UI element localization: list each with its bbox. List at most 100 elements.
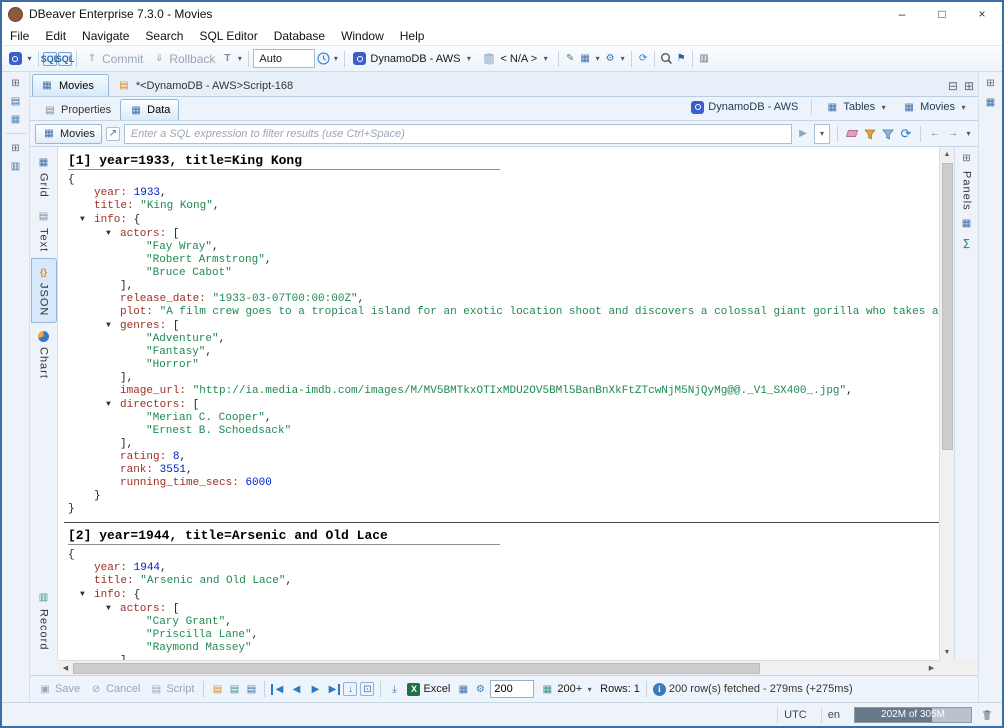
maximize-editor-icon[interactable]: ⊞ bbox=[964, 79, 974, 93]
previous-row-icon[interactable]: ◀ bbox=[288, 684, 304, 695]
last-row-icon[interactable]: ▶ bbox=[326, 684, 340, 695]
gear-icon[interactable]: ⚙ bbox=[603, 52, 617, 66]
db-browser-icon[interactable]: ⊞ bbox=[9, 141, 23, 155]
edit-object-icon[interactable]: ✎ bbox=[563, 52, 577, 66]
save-button[interactable]: ▣ Save bbox=[35, 679, 83, 699]
edit-filter-icon[interactable] bbox=[863, 127, 877, 141]
search-icon[interactable] bbox=[659, 52, 673, 66]
entity-button[interactable]: ▦ Movies bbox=[35, 124, 102, 144]
json-view[interactable]: [1] year=1933, title=King Kong{year: 193… bbox=[58, 147, 939, 660]
path-entity[interactable]: ▦ Movies ▾ bbox=[898, 97, 972, 117]
menu-database[interactable]: Database bbox=[266, 26, 333, 45]
gear-caret-icon[interactable]: ▾ bbox=[618, 54, 627, 63]
path-connection[interactable]: DynamoDB - AWS bbox=[687, 97, 802, 117]
new-connection-caret-icon[interactable]: ▾ bbox=[25, 54, 34, 63]
collapse-arrow-icon[interactable]: ▼ bbox=[106, 227, 120, 240]
excel-button[interactable]: X Excel bbox=[404, 679, 453, 699]
maximize-button[interactable]: □ bbox=[922, 2, 962, 26]
sync-icon[interactable]: ⟳ bbox=[636, 52, 650, 66]
scroll-up-icon[interactable]: ▲ bbox=[940, 147, 955, 162]
table-grid-icon[interactable]: ▦ bbox=[578, 52, 592, 66]
scroll-right-icon[interactable]: ▶ bbox=[924, 661, 939, 676]
collapse-arrow-icon[interactable]: ▼ bbox=[80, 213, 94, 226]
tab-sql-script[interactable]: ▤ *<DynamoDB - AWS>Script-168 bbox=[109, 74, 301, 96]
goto-row-icon[interactable]: ↓ bbox=[343, 682, 357, 696]
cancel-button[interactable]: ⊘ Cancel bbox=[86, 679, 143, 699]
schema-selector[interactable]: < N/A > ▾ bbox=[478, 49, 554, 69]
vertical-scroll-thumb[interactable] bbox=[942, 163, 953, 450]
collapse-arrow-icon[interactable]: ▼ bbox=[106, 398, 120, 411]
aggregate-panel-icon[interactable]: ∑ bbox=[960, 237, 974, 251]
new-connection-icon[interactable] bbox=[6, 50, 24, 68]
open-sql-script-icon[interactable]: SQL bbox=[58, 52, 72, 66]
bookmarks-view-icon[interactable]: ▥ bbox=[9, 159, 23, 173]
tab-chart[interactable]: Chart bbox=[31, 323, 57, 385]
script-button[interactable]: ▤ Script bbox=[146, 679, 197, 699]
tab-record[interactable]: ▥ Record bbox=[31, 585, 57, 656]
select-row-icon[interactable]: ⊡ bbox=[360, 682, 374, 696]
collapse-arrow-icon[interactable]: ▼ bbox=[106, 319, 120, 332]
minimize-button[interactable]: – bbox=[882, 2, 922, 26]
nav-back-icon[interactable]: ← bbox=[928, 127, 942, 141]
tab-grid[interactable]: ▦ Grid bbox=[31, 149, 57, 204]
connection-selector[interactable]: DynamoDB - AWS ▾ bbox=[349, 49, 477, 69]
horizontal-scroll-thumb[interactable] bbox=[73, 663, 760, 674]
transaction-clock-caret-icon[interactable]: ▾ bbox=[331, 54, 340, 63]
memory-usage-widget[interactable]: 202M of 305M bbox=[854, 707, 972, 723]
minimize-editor-icon[interactable]: ⊟ bbox=[948, 79, 958, 93]
open-filter-panel-icon[interactable]: ↗ bbox=[106, 127, 120, 141]
apply-filter-icon[interactable]: ▶ bbox=[796, 127, 810, 141]
transaction-log-icon[interactable]: T bbox=[220, 52, 234, 66]
filter-history-caret-icon[interactable]: ▾ bbox=[814, 124, 830, 144]
nav-history-caret-icon[interactable]: ▾ bbox=[964, 129, 973, 138]
menu-file[interactable]: File bbox=[2, 26, 37, 45]
first-row-icon[interactable]: ◀ bbox=[271, 684, 285, 695]
fetch-all-rows-icon[interactable]: ▤ bbox=[227, 682, 241, 696]
tab-text[interactable]: ▤ Text bbox=[31, 204, 57, 258]
projects-view-icon[interactable]: ▦ bbox=[9, 112, 23, 126]
fetch-size-input[interactable] bbox=[490, 680, 534, 698]
settings-gear-icon[interactable]: ⚙ bbox=[473, 682, 487, 696]
refresh-icon[interactable]: ⟳ bbox=[899, 127, 913, 141]
rollback-button[interactable]: ⇓ Rollback bbox=[148, 49, 219, 69]
close-button[interactable]: × bbox=[962, 2, 1002, 26]
tab-data[interactable]: ▦ Data bbox=[120, 99, 179, 120]
commit-mode-combo[interactable]: Auto bbox=[253, 49, 315, 68]
maximize-panel-icon[interactable]: ⊞ bbox=[960, 151, 974, 165]
outline-view-icon[interactable]: ▦ bbox=[984, 95, 998, 109]
next-row-icon[interactable]: ▶ bbox=[307, 684, 323, 695]
reset-perspective-icon[interactable]: ▥ bbox=[697, 52, 711, 66]
save-filter-icon[interactable] bbox=[881, 127, 895, 141]
fetch-more-button[interactable]: ▦ 200+ ▾ bbox=[537, 679, 597, 699]
horizontal-scrollbar[interactable]: ◀ ▶ bbox=[58, 660, 939, 675]
collapse-arrow-icon[interactable]: ▼ bbox=[106, 602, 120, 615]
export-resultset-icon[interactable]: ⤓ bbox=[387, 682, 401, 696]
path-tables[interactable]: ▦ Tables ▾ bbox=[821, 97, 892, 117]
table-grid-caret-icon[interactable]: ▾ bbox=[593, 54, 602, 63]
database-navigator-icon[interactable]: ▤ bbox=[9, 94, 23, 108]
scroll-left-icon[interactable]: ◀ bbox=[58, 661, 73, 676]
collapse-arrow-icon[interactable]: ▼ bbox=[80, 588, 94, 601]
value-viewer-panel-icon[interactable]: ▦ bbox=[960, 217, 974, 231]
bookmark-icon[interactable]: ⚑ bbox=[674, 52, 688, 66]
garbage-collect-icon[interactable] bbox=[980, 708, 994, 722]
transaction-clock-icon[interactable] bbox=[316, 52, 330, 66]
menu-sql-editor[interactable]: SQL Editor bbox=[191, 26, 265, 45]
filter-input[interactable] bbox=[124, 124, 792, 144]
menu-window[interactable]: Window bbox=[333, 26, 392, 45]
grid-options-icon[interactable]: ▦ bbox=[456, 682, 470, 696]
fetch-next-segment-icon[interactable]: ▤ bbox=[210, 682, 224, 696]
transaction-log-caret-icon[interactable]: ▾ bbox=[235, 54, 244, 63]
menu-search[interactable]: Search bbox=[137, 26, 191, 45]
restore-left-panel-icon[interactable]: ⊞ bbox=[9, 76, 23, 90]
clear-filter-icon[interactable] bbox=[845, 127, 859, 141]
menu-edit[interactable]: Edit bbox=[37, 26, 74, 45]
tab-json[interactable]: {} JSON bbox=[31, 258, 57, 323]
nav-forward-icon[interactable]: → bbox=[946, 127, 960, 141]
fetch-row-count-icon[interactable]: ▤ bbox=[244, 682, 258, 696]
restore-right-panel-icon[interactable]: ⊞ bbox=[984, 76, 998, 90]
commit-button[interactable]: ⇑ Commit bbox=[81, 49, 147, 69]
menu-help[interactable]: Help bbox=[392, 26, 433, 45]
vertical-scrollbar[interactable]: ▲ ▼ bbox=[939, 147, 954, 660]
menu-navigate[interactable]: Navigate bbox=[74, 26, 137, 45]
